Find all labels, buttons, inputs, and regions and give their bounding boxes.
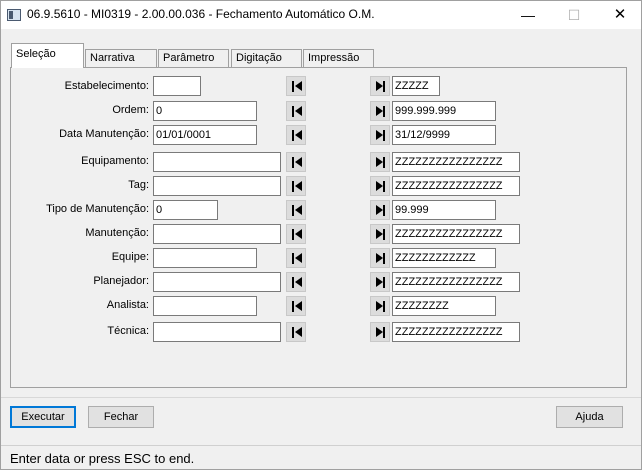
first-record-icon[interactable] [286,101,306,121]
close-window-button[interactable]: ✕ [597,1,642,29]
tecnica-from-field[interactable] [153,322,281,342]
minimize-button[interactable]: — [505,1,551,29]
tab-label: Digitação [236,52,282,64]
label-equipe: Equipe: [111,251,149,263]
first-record-icon[interactable] [286,125,306,145]
last-record-icon[interactable] [370,224,390,244]
label-estabelecimento: Estabelecimento: [64,80,149,92]
planejador-to-field[interactable]: ZZZZZZZZZZZZZZZZ [392,272,520,292]
tab-parametro[interactable]: Parâmetro [158,49,229,67]
last-record-icon[interactable] [370,176,390,196]
tab-label: Impressão [308,52,360,64]
analista-to-field[interactable]: ZZZZZZZZ [392,296,496,316]
manutencao-from-field[interactable] [153,224,281,244]
last-record-icon[interactable] [370,296,390,316]
tab-selecao[interactable]: Seleção [11,43,84,68]
label-tipo-manutencao: Tipo de Manutenção: [46,203,149,215]
equipamento-to-field[interactable]: ZZZZZZZZZZZZZZZZ [392,152,520,172]
tipo-manutencao-from-field[interactable]: 0 [153,200,218,220]
maximize-button[interactable]: ☐ [551,1,597,29]
tag-from-field[interactable] [153,176,281,196]
tab-digitacao[interactable]: Digitação [231,49,302,67]
last-record-icon[interactable] [370,76,390,96]
first-record-icon[interactable] [286,296,306,316]
label-manutencao: Manutenção: [85,227,149,239]
planejador-from-field[interactable] [153,272,281,292]
last-record-icon[interactable] [370,248,390,268]
title-bar[interactable]: 06.9.5610 - MI0319 - 2.00.00.036 - Fecha… [1,1,641,29]
tab-label: Seleção [16,48,56,60]
last-record-icon[interactable] [370,322,390,342]
label-analista: Analista: [106,299,149,311]
label-ordem: Ordem: [112,104,149,116]
manutencao-to-field[interactable]: ZZZZZZZZZZZZZZZZ [392,224,520,244]
last-record-icon[interactable] [370,152,390,172]
data-manutencao-to-field[interactable]: 31/12/9999 [392,125,496,145]
analista-from-field[interactable] [153,296,257,316]
execute-button[interactable]: Executar [10,406,76,428]
label-data-manutencao: Data Manutenção: [59,128,149,140]
status-bar: Enter data or press ESC to end. [1,445,641,469]
last-record-icon[interactable] [370,125,390,145]
equipe-to-field[interactable]: ZZZZZZZZZZZZ [392,248,496,268]
estabelecimento-to-field[interactable]: ZZZZZ [392,76,440,96]
tab-narrativa[interactable]: Narrativa [85,49,157,67]
window-title: 06.9.5610 - MI0319 - 2.00.00.036 - Fecha… [27,7,375,21]
first-record-icon[interactable] [286,152,306,172]
data-manutencao-from-field[interactable]: 01/01/0001 [153,125,257,145]
tecnica-to-field[interactable]: ZZZZZZZZZZZZZZZZ [392,322,520,342]
first-record-icon[interactable] [286,248,306,268]
tab-label: Narrativa [90,52,135,64]
ordem-from-field[interactable]: 0 [153,101,257,121]
equipe-from-field[interactable] [153,248,257,268]
help-button[interactable]: Ajuda [556,406,623,428]
tipo-manutencao-to-field[interactable]: 99.999 [392,200,496,220]
ordem-to-field[interactable]: 999.999.999 [392,101,496,121]
label-planejador: Planejador: [93,275,149,287]
first-record-icon[interactable] [286,76,306,96]
tag-to-field[interactable]: ZZZZZZZZZZZZZZZZ [392,176,520,196]
close-button[interactable]: Fechar [88,406,154,428]
first-record-icon[interactable] [286,322,306,342]
button-bar: Executar Fechar Ajuda [1,397,641,431]
label-tecnica: Técnica: [107,325,149,337]
estabelecimento-from-field[interactable] [153,76,201,96]
app-window: 06.9.5610 - MI0319 - 2.00.00.036 - Fecha… [0,0,642,470]
first-record-icon[interactable] [286,224,306,244]
last-record-icon[interactable] [370,200,390,220]
first-record-icon[interactable] [286,200,306,220]
app-icon [7,9,21,21]
last-record-icon[interactable] [370,272,390,292]
tab-impressao[interactable]: Impressão [303,49,374,67]
label-tag: Tag: [128,179,149,191]
equipamento-from-field[interactable] [153,152,281,172]
first-record-icon[interactable] [286,176,306,196]
first-record-icon[interactable] [286,272,306,292]
tab-label: Parâmetro [163,52,215,64]
status-message: Enter data or press ESC to end. [10,451,195,466]
label-equipamento: Equipamento: [81,155,149,167]
last-record-icon[interactable] [370,101,390,121]
